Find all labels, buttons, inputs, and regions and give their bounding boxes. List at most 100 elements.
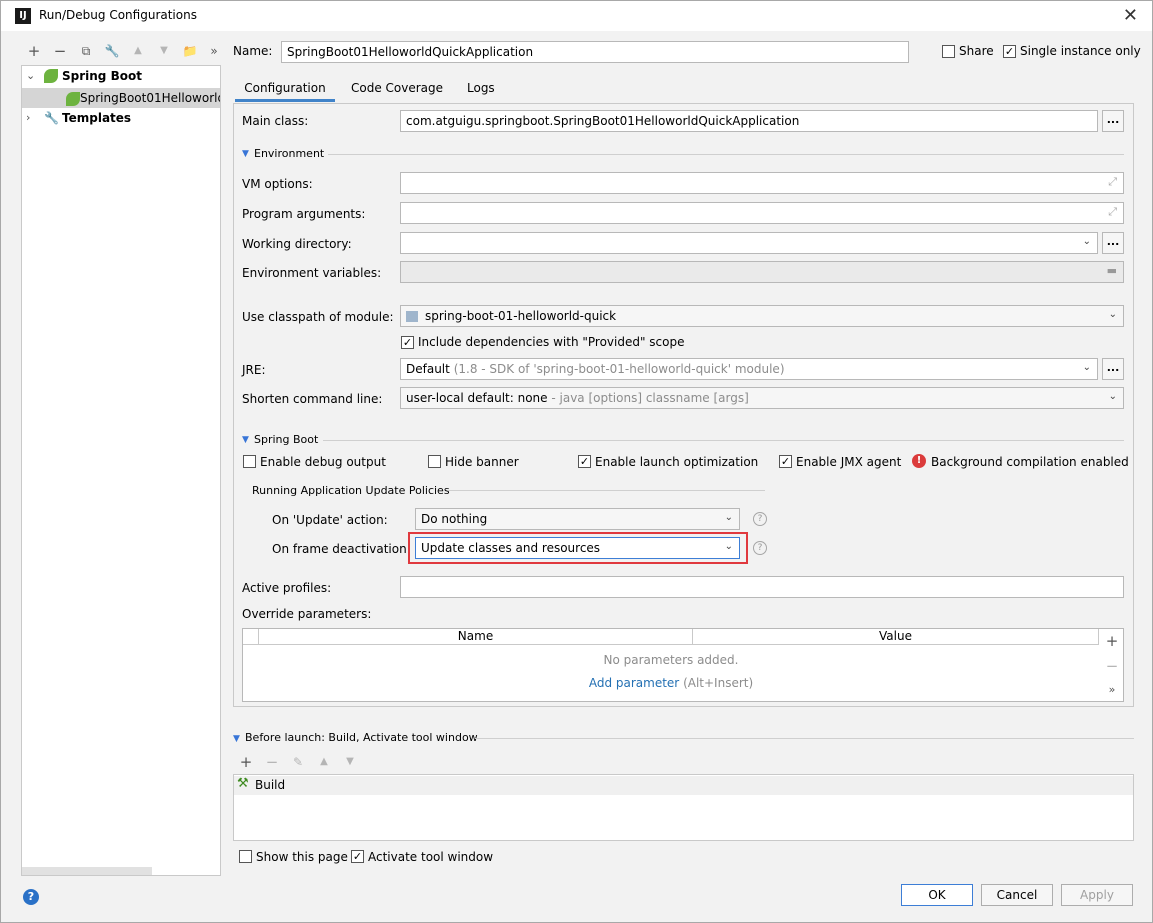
update-action-label: On 'Update' action: [272, 513, 388, 527]
browse-working-dir-button[interactable]: ... [1102, 232, 1124, 254]
tab-configuration[interactable]: Configuration [235, 78, 335, 102]
launch-optimization-checkbox[interactable]: ✓ [578, 455, 591, 468]
vm-options-label: VM options: [242, 177, 313, 191]
spring-boot-icon [66, 92, 80, 106]
list-item-label: Build [255, 778, 286, 792]
single-instance-checkbox[interactable]: ✓ [1003, 45, 1016, 58]
section-expand-icon[interactable]: ▼ [242, 435, 249, 445]
activate-window-checkbox[interactable]: ✓ [351, 850, 364, 863]
main-class-field[interactable]: com.atguigu.springboot.SpringBoot01Hello… [400, 110, 1098, 132]
frame-deactivation-value: Update classes and resources [421, 541, 601, 555]
edit-task-icon[interactable]: ✎ [289, 753, 307, 771]
tree-item-label: Spring Boot [62, 69, 142, 83]
env-vars-field[interactable]: ▬ [400, 261, 1124, 283]
program-args-field[interactable]: ⤢ [400, 202, 1124, 224]
chevron-down-icon[interactable]: ⌄ [725, 512, 733, 523]
shorten-combo[interactable]: user-local default: none - java [options… [400, 387, 1124, 409]
tree-item-label: SpringBoot01HelloworldQuickApplication [80, 91, 220, 105]
jmx-agent-checkbox[interactable]: ✓ [779, 455, 792, 468]
show-page-checkbox[interactable] [239, 850, 252, 863]
remove-config-icon[interactable]: − [51, 42, 69, 60]
more-icon[interactable]: » [205, 42, 223, 60]
single-instance-label: Single instance only [1020, 44, 1141, 58]
add-parameter-link[interactable]: Add parameter [589, 676, 679, 690]
remove-param-button[interactable]: − [1101, 657, 1123, 675]
include-deps-checkbox[interactable]: ✓ [401, 336, 414, 349]
frame-deactivation-combo[interactable]: Update classes and resources ⌄ [415, 537, 740, 559]
ok-button[interactable]: OK [901, 884, 973, 906]
cancel-button[interactable]: Cancel [981, 884, 1053, 906]
debug-output-label: Enable debug output [260, 455, 386, 469]
chevron-down-icon[interactable]: ⌄ [1109, 391, 1117, 402]
section-divider [448, 490, 765, 491]
config-tree[interactable]: ⌄ Spring Boot SpringBoot01HelloworldQuic… [21, 65, 221, 876]
help-icon[interactable]: ? [753, 512, 767, 526]
help-icon[interactable]: ? [753, 541, 767, 555]
chevron-down-icon[interactable]: ⌄ [1083, 362, 1091, 373]
expand-icon[interactable]: ⤢ [1108, 175, 1117, 189]
browse-jre-button[interactable]: ... [1102, 358, 1124, 380]
tree-item-app-config[interactable]: SpringBoot01HelloworldQuickApplication [22, 88, 220, 108]
before-launch-title: Before launch: Build, Activate tool wind… [245, 731, 478, 744]
update-action-combo[interactable]: Do nothing ⌄ [415, 508, 740, 530]
move-up-icon[interactable]: ▲ [129, 42, 147, 60]
chevron-down-icon[interactable]: ⌄ [1109, 309, 1117, 320]
horizontal-scrollbar[interactable] [22, 867, 152, 875]
working-dir-label: Working directory: [242, 237, 352, 251]
column-header-name[interactable]: Name [259, 629, 693, 645]
move-down-icon[interactable]: ▼ [155, 42, 173, 60]
policies-title: Running Application Update Policies [252, 484, 450, 497]
tab-logs[interactable]: Logs [467, 78, 495, 102]
move-up-icon[interactable]: ▲ [315, 753, 333, 771]
jre-combo[interactable]: Default (1.8 - SDK of 'spring-boot-01-he… [400, 358, 1098, 380]
env-vars-label: Environment variables: [242, 266, 382, 280]
classpath-combo[interactable]: spring-boot-01-helloworld-quick ⌄ [400, 305, 1124, 327]
folder-icon[interactable]: 📁 [181, 42, 199, 60]
list-item[interactable]: ⚒ Build [234, 776, 1133, 795]
vm-options-field[interactable]: ⤢ [400, 172, 1124, 194]
working-dir-combo[interactable]: ⌄ [400, 232, 1098, 254]
launch-optimization-label: Enable launch optimization [595, 455, 759, 469]
chevron-down-icon[interactable]: ⌄ [26, 66, 35, 86]
section-divider [323, 440, 1124, 441]
tree-item-spring-boot[interactable]: ⌄ Spring Boot [22, 66, 220, 86]
classpath-label: Use classpath of module: [242, 310, 394, 324]
active-profiles-label: Active profiles: [242, 581, 332, 595]
tab-code-coverage[interactable]: Code Coverage [351, 78, 443, 102]
more-params-button[interactable]: » [1101, 683, 1123, 696]
tree-item-label: Templates [62, 111, 132, 125]
jmx-agent-label: Enable JMX agent [796, 455, 902, 469]
active-profiles-field[interactable] [400, 576, 1124, 598]
add-config-icon[interactable]: + [25, 42, 43, 60]
debug-output-checkbox[interactable] [243, 455, 256, 468]
apply-button[interactable]: Apply [1061, 884, 1133, 906]
expand-icon[interactable]: ⤢ [1108, 205, 1117, 219]
bg-compilation-label: Background compilation enabled [931, 455, 1129, 469]
tree-item-templates[interactable]: › 🔧 Templates [22, 108, 220, 128]
remove-task-icon[interactable]: − [263, 753, 281, 771]
move-down-icon[interactable]: ▼ [341, 753, 359, 771]
wrench-icon[interactable]: 🔧 [103, 42, 121, 60]
name-field[interactable]: SpringBoot01HelloworldQuickApplication [281, 41, 909, 63]
before-launch-list[interactable]: ⚒ Build [233, 774, 1134, 841]
section-expand-icon[interactable]: ▼ [242, 149, 249, 159]
jre-value: Default [406, 362, 450, 376]
override-params-table[interactable]: Name Value No parameters added. Add para… [242, 628, 1124, 702]
spring-boot-section-title: Spring Boot [254, 433, 319, 446]
copy-config-icon[interactable]: ⧉ [77, 42, 95, 60]
hide-banner-checkbox[interactable] [428, 455, 441, 468]
column-header-value[interactable]: Value [693, 629, 1099, 645]
share-checkbox[interactable] [942, 45, 955, 58]
folder-icon[interactable]: ▬ [1107, 264, 1117, 277]
close-icon[interactable]: ✕ [1123, 5, 1138, 26]
add-task-icon[interactable]: + [237, 753, 255, 771]
chevron-down-icon[interactable]: ⌄ [725, 541, 733, 552]
browse-main-class-button[interactable]: ... [1102, 110, 1124, 132]
chevron-down-icon[interactable]: ⌄ [1083, 236, 1091, 247]
empty-table-text: No parameters added. [603, 653, 739, 667]
chevron-right-icon[interactable]: › [26, 108, 30, 128]
section-expand-icon[interactable]: ▼ [233, 734, 240, 744]
activate-window-label: Activate tool window [368, 850, 494, 864]
help-button[interactable]: ? [23, 889, 39, 905]
add-param-button[interactable]: + [1101, 632, 1123, 650]
